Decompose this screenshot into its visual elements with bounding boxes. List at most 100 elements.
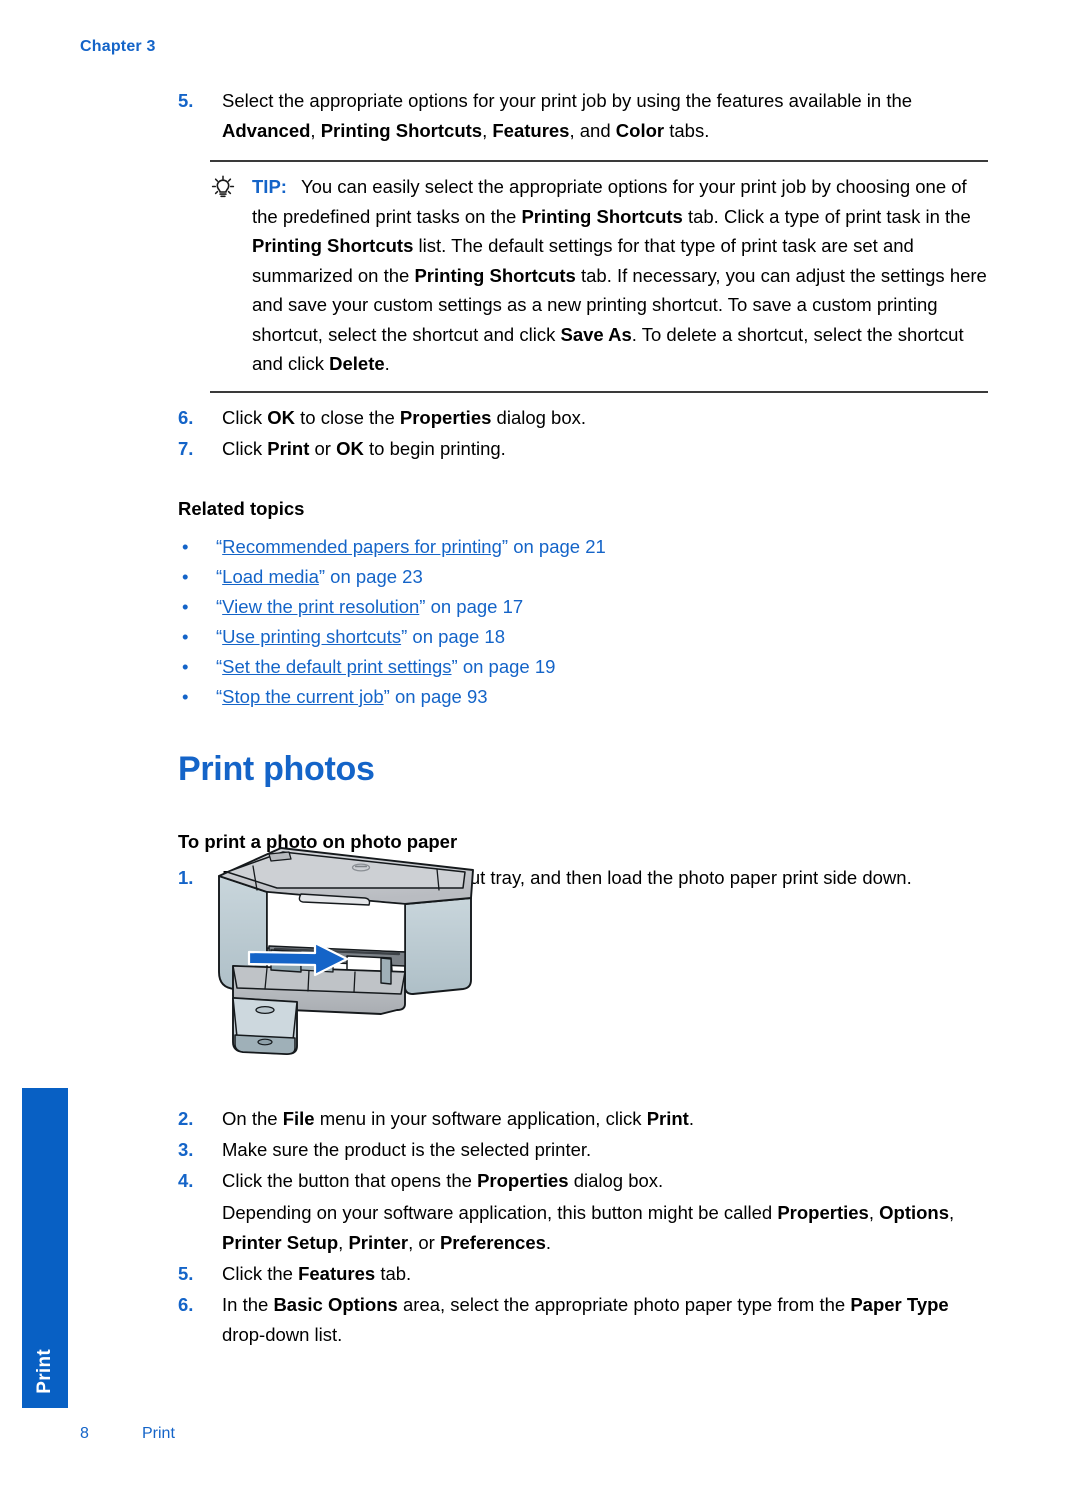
bottom-steps-column: 2. On the File menu in your software appl…	[178, 1104, 990, 1351]
bullet-icon: •	[182, 655, 189, 677]
photo-step-4-run-1: Basic Options	[273, 1294, 398, 1315]
photo-step-4-run-2: area, select the appropriate photo paper…	[397, 1294, 851, 1315]
photo-step-0-run-4: .	[688, 1108, 694, 1129]
photo-step-2-sub-run-8: , or	[408, 1232, 440, 1253]
photo-step-number: 3.	[178, 1139, 194, 1160]
related-topic-page-ref: on page 17	[425, 595, 524, 617]
photo-step-item: 5. Click the Features tab.	[178, 1259, 990, 1289]
step-1-run-0: Click	[222, 437, 268, 459]
photo-step-text: Click the Features tab.	[222, 1263, 411, 1284]
step-number: 6.	[178, 406, 194, 428]
step-text: Click Print or OK to begin printing.	[222, 438, 506, 459]
photo-step-2-run-2: dialog box.	[568, 1170, 664, 1191]
photo-step-2-sub-run-4: ,	[949, 1202, 955, 1223]
ordered-step-list-top: 5. Select the appropriate options for you…	[178, 86, 990, 146]
tip-text: You can easily select the appropriate op…	[252, 176, 987, 374]
bullet-icon: •	[182, 595, 189, 617]
photo-step-number: 5.	[178, 1263, 194, 1284]
tip-admonition: TIP: You can easily select the appropriat…	[210, 160, 988, 393]
related-topics-heading: Related topics	[178, 497, 305, 519]
ordered-step-list-after-tip: 6. Click OK to close the Properties dialo…	[178, 403, 990, 464]
photo-step-text: Make sure the product is the selected pr…	[222, 1139, 591, 1160]
photo-step-4-run-0: In the	[222, 1294, 274, 1315]
related-topics-list: • “Recommended papers for printing” on pa…	[178, 532, 990, 712]
photo-step-text: On the File menu in your software applic…	[222, 1108, 694, 1129]
tip-body: TIP: You can easily select the appropriat…	[210, 172, 988, 379]
page-title: Print photos	[178, 749, 375, 788]
photo-step-2-sub-run-7: Printer	[348, 1232, 409, 1253]
step-0-run-6: , and	[569, 120, 616, 141]
bullet-icon: •	[182, 535, 189, 557]
related-topic-item[interactable]: • “View the print resolution” on page 17	[178, 592, 990, 622]
photo-step-3-run-2: tab.	[375, 1263, 412, 1284]
related-topic-item[interactable]: • “Stop the current job” on page 93	[178, 682, 990, 712]
related-topic-link[interactable]: Stop the current job	[222, 686, 383, 707]
related-topic-item[interactable]: • “Set the default print settings” on pag…	[178, 652, 990, 682]
step-0-run-1: OK	[267, 406, 295, 428]
photo-step-2-run-0: Click the button that opens the	[222, 1170, 478, 1191]
document-page: Chapter 3 5. Select the appropriate optio…	[0, 0, 1080, 1495]
step-0-run-3: Properties	[399, 406, 492, 428]
lightbulb-icon	[210, 175, 236, 199]
related-topic-link[interactable]: Set the default print settings	[222, 656, 451, 677]
related-topic-page-ref: on page 19	[457, 655, 556, 677]
step-text: Select the appropriate options for your …	[222, 90, 912, 141]
step-1-run-4: to begin printing.	[363, 437, 506, 459]
photo-step-text: In the Basic Options area, select the ap…	[222, 1294, 949, 1345]
related-topic-link[interactable]: Load media	[222, 566, 319, 587]
step-0-run-3: Printing Shortcuts	[320, 120, 483, 141]
chapter-running-head: Chapter 3	[80, 38, 156, 55]
step-0-run-1: Advanced	[222, 120, 311, 141]
related-topic-page-ref: on page 18	[407, 625, 505, 647]
photo-step-2-run-1: Properties	[477, 1170, 569, 1191]
photo-step-1-run-0: Make sure the product is the selected pr…	[222, 1139, 592, 1160]
photo-step-item: 4. Click the button that opens the Proper…	[178, 1166, 990, 1258]
step-item: 6. Click OK to close the Properties dialo…	[178, 403, 990, 433]
side-thumb-tab-label: Print	[34, 1349, 55, 1394]
related-topic-page-ref: on page 21	[508, 535, 606, 557]
step-1-run-1: Print	[267, 437, 310, 459]
tip-run-5: Printing Shortcuts	[414, 264, 576, 286]
related-topic-link[interactable]: Recommended papers for printing	[222, 536, 502, 557]
step-0-run-5: Features	[492, 120, 570, 141]
ordered-step-list-photo-after-image: 2. On the File menu in your software appl…	[178, 1104, 990, 1350]
related-topic-link[interactable]: Use printing shortcuts	[222, 626, 401, 647]
photo-step-4-run-3: Paper Type	[850, 1294, 949, 1315]
tip-run-3: Printing Shortcuts	[252, 235, 414, 256]
related-topic-item[interactable]: • “Use printing shortcuts” on page 18	[178, 622, 990, 652]
step-0-run-2: ,	[310, 120, 321, 141]
step-number: 5.	[178, 90, 194, 111]
page-footer: 8 Print	[80, 1425, 580, 1443]
footer-section-title: Print	[142, 1425, 175, 1442]
photo-step-3-run-1: Features	[298, 1263, 376, 1284]
photo-step-2-sub-run-3: Options	[879, 1202, 950, 1223]
step-item: 5. Select the appropriate options for you…	[178, 86, 990, 146]
tip-run-2: tab. Click a type of print task in the	[682, 205, 971, 227]
tip-run-1: Printing Shortcuts	[521, 205, 683, 227]
related-topic-page-ref: on page 93	[389, 685, 488, 707]
photo-step-item: 2. On the File menu in your software appl…	[178, 1104, 990, 1134]
related-topic-item[interactable]: • “Recommended papers for printing” on pa…	[178, 532, 990, 562]
step-text: Click OK to close the Properties dialog …	[222, 407, 586, 428]
photo-step-2-sub-run-10: .	[545, 1232, 552, 1253]
photo-step-2-sub-run-1: Properties	[777, 1202, 869, 1223]
step-0-run-0: Select the appropriate options for your …	[222, 90, 913, 111]
footer-page-number: 8	[80, 1425, 89, 1442]
photo-step-0-run-3: Print	[646, 1108, 689, 1129]
step-number: 7.	[178, 437, 194, 459]
photo-step-2-sub-run-9: Preferences	[439, 1232, 546, 1253]
tip-run-7: Save As	[560, 323, 632, 345]
step-1-run-3: OK	[336, 437, 364, 459]
tip-run-10: .	[384, 353, 390, 374]
step-0-run-2: to close the	[294, 406, 400, 428]
photo-step-text: Click the button that opens the Properti…	[222, 1170, 663, 1191]
related-topic-item[interactable]: • “Load media” on page 23	[178, 562, 990, 592]
main-content-column: 5. Select the appropriate options for you…	[178, 86, 990, 894]
related-topic-link[interactable]: View the print resolution	[222, 596, 419, 617]
photo-step-item: 6. In the Basic Options area, select the …	[178, 1290, 990, 1350]
photo-step-2-sub-run-6: ,	[338, 1232, 349, 1253]
photo-step-number: 2.	[178, 1108, 194, 1129]
photo-step-subparagraph: Depending on your software application, …	[222, 1198, 990, 1258]
photo-step-number: 1.	[178, 866, 194, 888]
photo-step-2-sub-run-2: ,	[868, 1202, 880, 1223]
